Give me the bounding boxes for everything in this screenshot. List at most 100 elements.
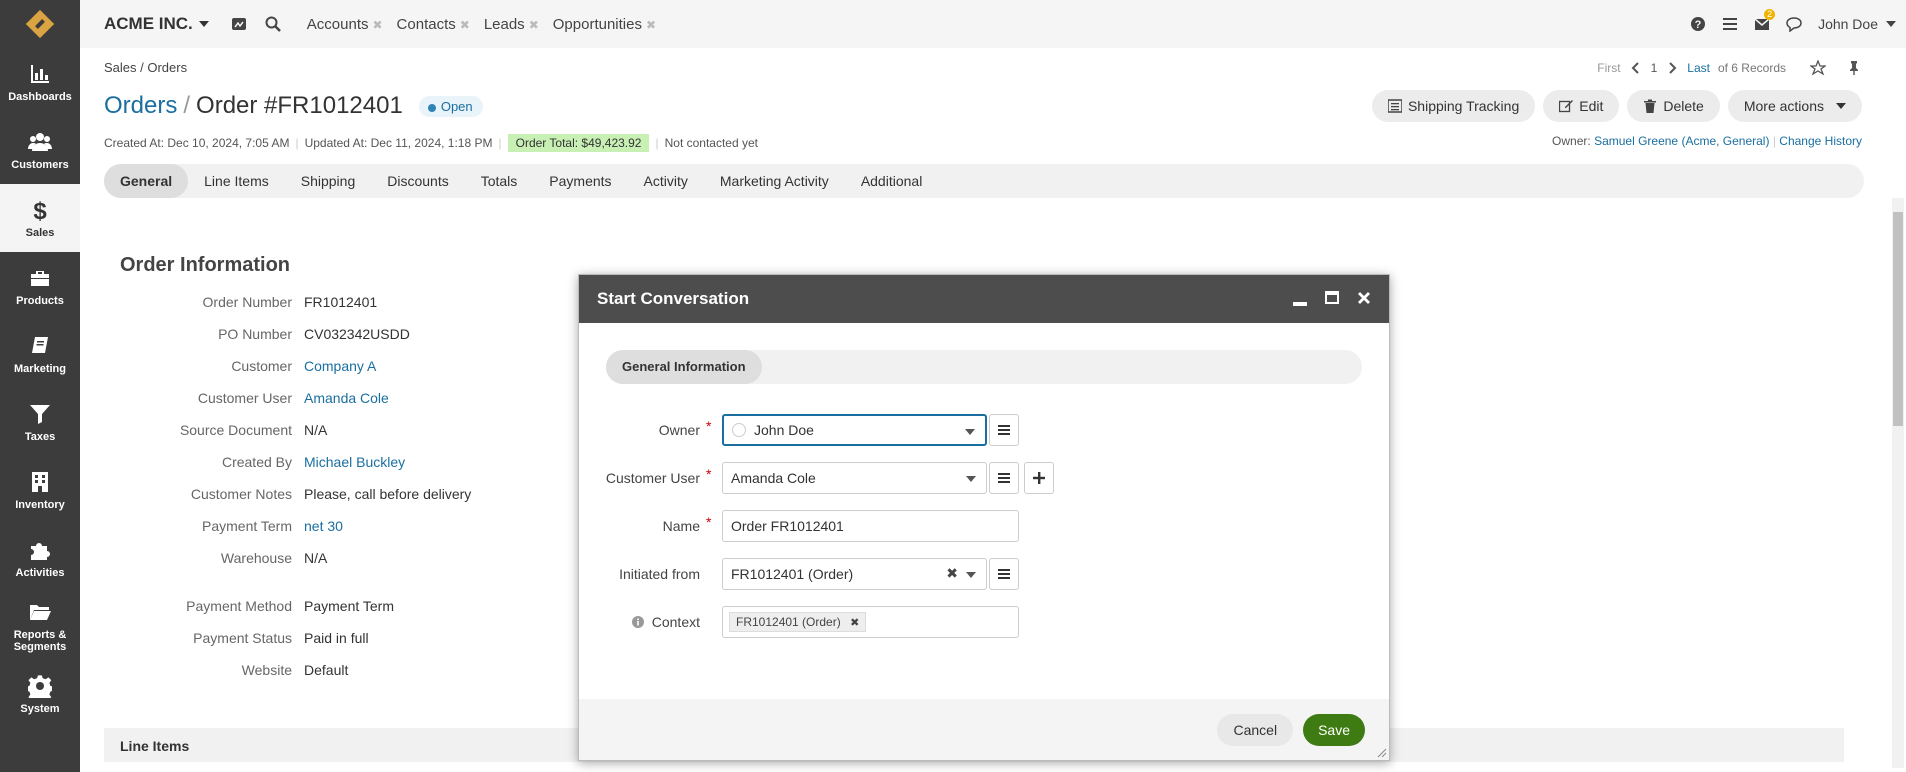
info-label: Warehouse [220,550,292,566]
owner-entity-list-button[interactable] [989,414,1019,446]
sidebar-item-taxes[interactable]: Taxes [0,388,80,456]
owner-link[interactable]: Samuel Greene (Acme, General) [1594,134,1769,148]
building-icon [32,471,48,492]
organization-switcher[interactable]: ACME INC. [104,14,209,34]
tab-activity[interactable]: Activity [628,164,704,198]
order-total: Order Total: $49,423.92 [507,134,650,152]
book-icon [32,336,48,353]
resize-handle-icon[interactable] [1377,748,1387,758]
pager-first[interactable]: First [1597,61,1620,75]
close-icon[interactable]: ✖ [460,18,470,32]
initiated-from-list-button[interactable] [989,558,1019,590]
owner-select[interactable]: John Doe [722,414,987,446]
delete-button[interactable]: Delete [1627,90,1720,122]
close-icon[interactable]: ✖ [372,18,382,32]
customer-user-list-button[interactable] [989,462,1019,494]
pin-icon[interactable] [1846,60,1862,76]
created-by-link[interactable]: Michael Buckley [304,454,405,474]
scrollbar-thumb[interactable] [1893,212,1903,426]
app-logo[interactable] [0,0,80,48]
title-orders-link[interactable]: Orders [104,92,177,120]
initiated-from-select[interactable]: FR1012401 (Order) ✖ [722,558,987,590]
menu-icon[interactable] [1722,16,1738,32]
pinned-tab-opportunities[interactable]: Opportunities ✖ [553,16,656,33]
tab-discounts[interactable]: Discounts [371,164,464,198]
tab-totals[interactable]: Totals [465,164,534,198]
shipping-tracking-button[interactable]: Shipping Tracking [1371,90,1536,122]
list-alt-icon [1387,99,1402,113]
cancel-button[interactable]: Cancel [1217,713,1294,746]
pager-last[interactable]: Last [1687,61,1710,75]
pager-page: 1 [1650,61,1658,75]
remove-tag-icon[interactable]: ✖ [850,617,859,629]
sidebar-item-dashboards[interactable]: Dashboards [0,48,80,116]
maximize-icon[interactable] [1323,289,1341,307]
tab-payments[interactable]: Payments [533,164,627,198]
payment-term-link[interactable]: net 30 [304,518,343,538]
list-icon [998,425,1010,435]
context-label-wrap: Context [579,614,706,630]
pinned-tab-contacts[interactable]: Contacts ✖ [397,16,470,33]
pinned-tab-leads[interactable]: Leads ✖ [484,16,539,33]
sidebar-item-products[interactable]: Products [0,252,80,320]
tab-general[interactable]: General [104,164,189,198]
button-label: Shipping Tracking [1407,98,1520,114]
info-row: Customer User Amanda Cole [80,390,580,410]
initiated-from-value: FR1012401 (Order) [731,566,854,582]
tab-additional[interactable]: Additional [845,164,939,198]
pinned-tab-accounts[interactable]: Accounts ✖ [307,16,383,33]
help-icon[interactable]: ? [1690,16,1706,32]
info-value: CV032342USDD [304,326,410,342]
sidebar-item-label: Reports & Segments [13,628,67,653]
star-icon[interactable] [1810,60,1826,76]
notification-badge: 2 [1764,9,1776,20]
pinned-tab-label: Opportunities [552,15,642,33]
start-conversation-dialog: Start Conversation General Information O… [578,274,1390,761]
minimize-icon[interactable] [1291,289,1309,307]
sidebar-item-label: Customers [11,158,69,171]
tab-marketing-activity[interactable]: Marketing Activity [704,164,845,198]
clear-icon[interactable]: ✖ [946,565,958,582]
initiated-from-label: Initiated from [619,566,700,582]
initiated-from-field-row: Initiated from FR1012401 (Order) ✖ [579,558,1019,590]
sidebar-item-activities[interactable]: Activities [0,524,80,592]
sidebar-item-customers[interactable]: Customers [0,116,80,184]
tab-line-items[interactable]: Line Items [188,164,285,198]
edit-button[interactable]: Edit [1543,90,1620,122]
customer-user-link[interactable]: Amanda Cole [304,390,389,410]
customer-user-select[interactable]: Amanda Cole [722,462,987,494]
chat-icon[interactable] [1786,16,1802,32]
sidebar-item-sales[interactable]: $ Sales [0,184,80,252]
customer-user-add-button[interactable] [1024,462,1054,494]
name-input[interactable]: Order FR1012401 [722,510,1019,542]
info-icon[interactable] [631,616,644,628]
save-button[interactable]: Save [1303,713,1365,746]
page-scrollbar[interactable] [1892,198,1904,768]
sidebar-item-reports-segments[interactable]: Reports & Segments [0,592,80,660]
user-menu[interactable]: John Doe [1818,16,1896,32]
close-icon[interactable] [1355,289,1373,307]
sidebar-item-system[interactable]: System [0,660,80,728]
change-history-link[interactable]: Change History [1779,134,1862,148]
owner-label: Owner: [1552,134,1591,148]
contact-status: Not contacted yet [664,136,758,150]
pager-records: of 6 Records [1717,61,1786,75]
info-row: Order Number FR1012401 [80,294,580,314]
close-icon[interactable]: ✖ [529,18,539,32]
search-icon[interactable] [265,16,281,32]
sidebar-item-inventory[interactable]: Inventory [0,456,80,524]
info-value: Payment Term [304,598,394,614]
close-icon[interactable]: ✖ [646,18,656,32]
notifications-button[interactable]: 2 [1754,9,1776,32]
tab-shipping[interactable]: Shipping [285,164,372,198]
chevron-left-icon[interactable] [1629,61,1643,75]
more-actions-button[interactable]: More actions [1727,90,1862,122]
info-label: Order Number [202,294,292,310]
history-icon[interactable] [231,16,247,32]
customer-link[interactable]: Company A [304,358,376,378]
sidebar-item-marketing[interactable]: Marketing [0,320,80,388]
chevron-right-icon[interactable] [1665,61,1679,75]
required-marker: * [706,514,712,530]
avatar-icon [732,423,746,437]
context-input[interactable]: FR1012401 (Order) ✖ [722,606,1019,638]
